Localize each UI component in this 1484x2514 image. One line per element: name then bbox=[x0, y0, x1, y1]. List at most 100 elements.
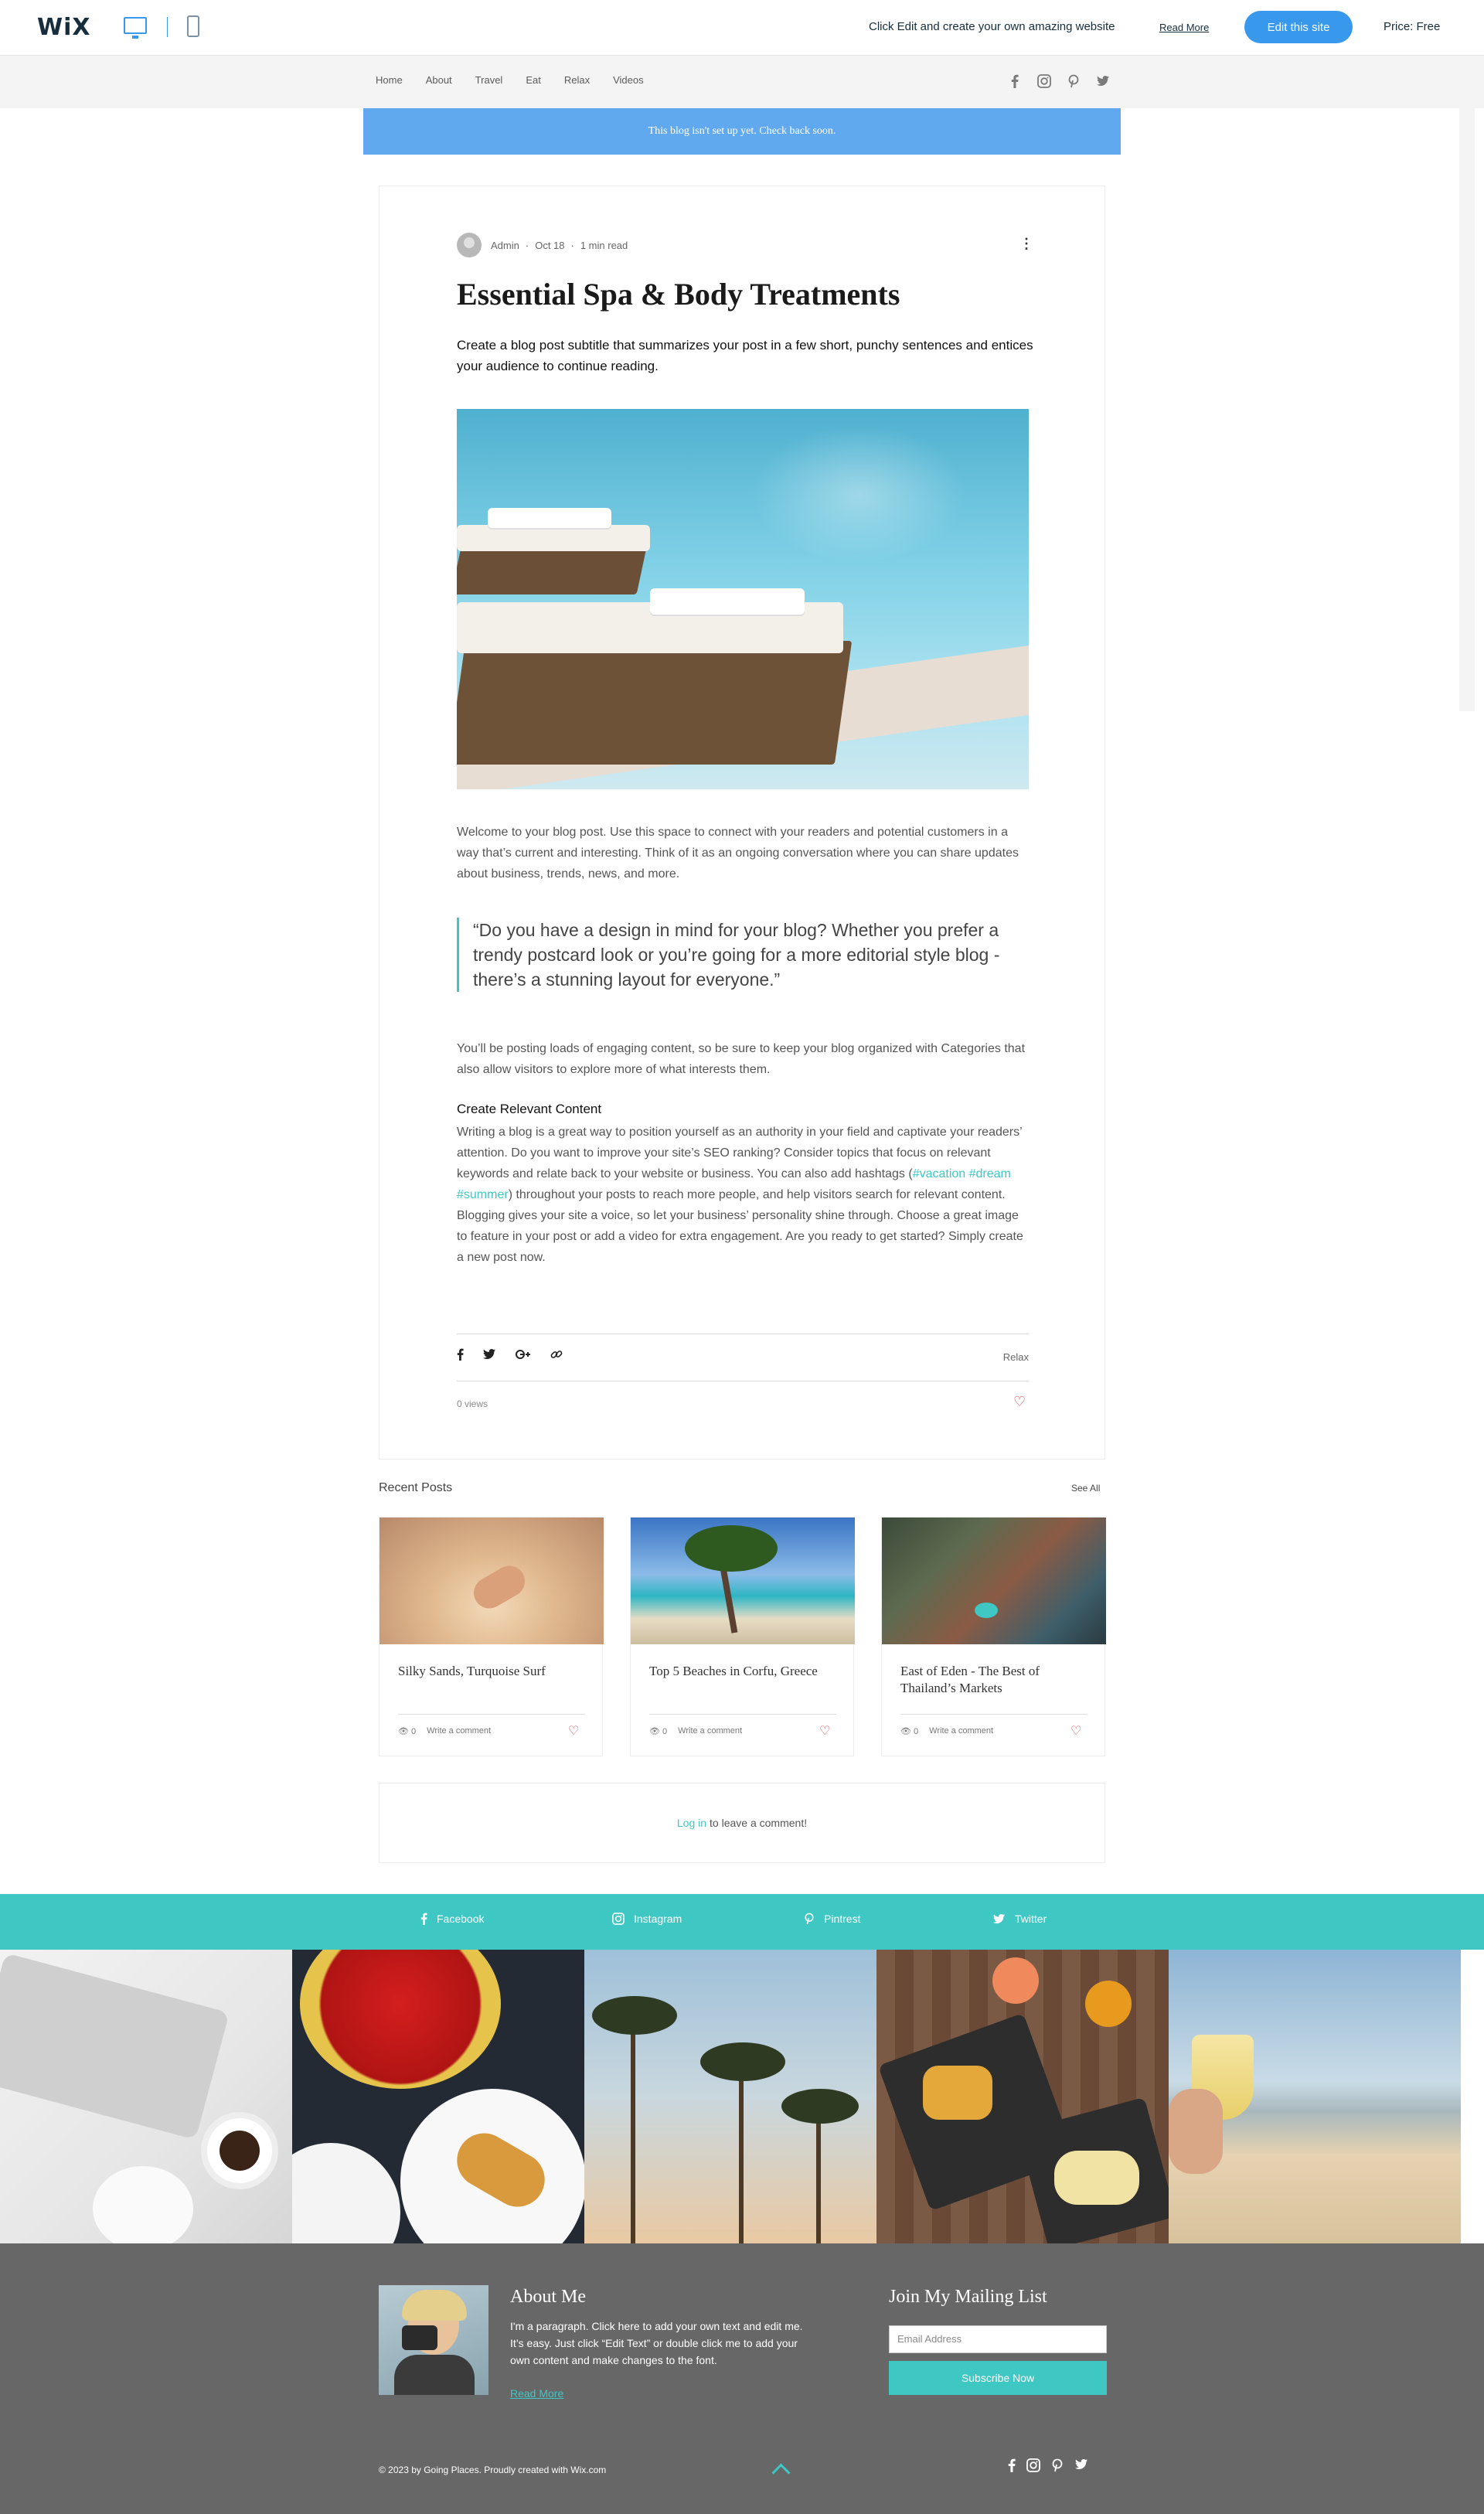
strip-pintrest-label: Pintrest bbox=[824, 1913, 861, 1925]
facebook-icon[interactable] bbox=[1006, 73, 1023, 90]
comment-login-box: Log in to leave a comment! bbox=[379, 1783, 1105, 1863]
menu-item-about[interactable]: About bbox=[426, 74, 452, 86]
recent-post-title[interactable]: Top 5 Beaches in Corfu, Greece bbox=[649, 1663, 842, 1680]
recent-post-image[interactable] bbox=[631, 1518, 855, 1644]
gallery-image-laptop-coffee[interactable] bbox=[0, 1950, 292, 2243]
wix-logo[interactable]: WiX bbox=[37, 14, 91, 41]
divider bbox=[398, 1714, 585, 1715]
strip-facebook-link[interactable]: Facebook bbox=[420, 1913, 484, 1925]
desktop-view-icon[interactable] bbox=[124, 17, 147, 39]
mobile-view-icon[interactable] bbox=[187, 15, 199, 37]
share-bar: Relax bbox=[457, 1334, 1029, 1381]
see-all-link[interactable]: See All bbox=[1071, 1483, 1100, 1494]
twitter-icon[interactable] bbox=[1074, 2458, 1088, 2476]
share-icons bbox=[457, 1348, 563, 1364]
drink-glass bbox=[992, 1957, 1039, 2004]
gallery-image-cocktail-beach[interactable] bbox=[1169, 1950, 1461, 2243]
recent-post-title[interactable]: East of Eden - The Best of Thailand’s Ma… bbox=[900, 1663, 1094, 1697]
page-scrollbar-track[interactable] bbox=[1459, 108, 1475, 711]
paragraph-text: Blogging gives your site a voice, so let… bbox=[457, 1209, 1023, 1264]
recent-post-image[interactable] bbox=[882, 1518, 1106, 1644]
wix-read-more-link[interactable]: Read More bbox=[1159, 22, 1209, 33]
wix-top-bar: WiX Click Edit and create your own amazi… bbox=[0, 0, 1484, 56]
palm-1-crown bbox=[592, 1996, 677, 2035]
author-name[interactable]: Admin bbox=[491, 240, 519, 251]
post-title: Essential Spa & Body Treatments bbox=[457, 277, 900, 312]
header-social-bar bbox=[1006, 73, 1111, 90]
write-comment-link[interactable]: Write a comment bbox=[427, 1726, 491, 1736]
subscribe-button[interactable]: Subscribe Now bbox=[889, 2361, 1107, 2395]
pool-reflection bbox=[751, 424, 967, 564]
pinterest-icon bbox=[805, 1913, 814, 1925]
post-category-link[interactable]: Relax bbox=[1003, 1351, 1029, 1363]
lounger-front bbox=[457, 641, 853, 765]
facebook-icon bbox=[420, 1913, 427, 1925]
like-heart-icon[interactable]: ♡ bbox=[1070, 1723, 1081, 1739]
back-to-top-icon[interactable] bbox=[770, 2461, 793, 2477]
facebook-icon[interactable] bbox=[1008, 2458, 1016, 2476]
recent-post-card[interactable]: East of Eden - The Best of Thailand’s Ma… bbox=[881, 1517, 1106, 1756]
gallery-image-strawberries[interactable] bbox=[292, 1950, 584, 2243]
copyright: © 2023 by Going Places. Proudly created … bbox=[379, 2465, 607, 2475]
about-read-more-link[interactable]: Read More bbox=[510, 2387, 563, 2400]
menu-item-relax[interactable]: Relax bbox=[564, 74, 590, 86]
recent-post-image[interactable] bbox=[380, 1518, 604, 1644]
towel-front bbox=[650, 588, 805, 615]
recent-post-card[interactable]: Silky Sands, Turquoise Surf 👁 0 Write a … bbox=[379, 1517, 604, 1756]
login-link[interactable]: Log in bbox=[677, 1817, 706, 1829]
palm-2-crown bbox=[700, 2042, 785, 2081]
recent-post-card[interactable]: Top 5 Beaches in Corfu, Greece 👁 0 Write… bbox=[630, 1517, 855, 1756]
about-text: I'm a paragraph. Click here to add your … bbox=[510, 2320, 803, 2366]
like-heart-icon[interactable]: ♡ bbox=[819, 1723, 830, 1739]
meta-separator: · bbox=[525, 239, 529, 251]
camera bbox=[402, 2325, 437, 2350]
gallery-image-palm-trees[interactable] bbox=[584, 1950, 876, 2243]
views-count: 0 bbox=[411, 1727, 417, 1736]
wix-promo-message: Click Edit and create your own amazing w… bbox=[869, 20, 1115, 33]
menu-item-home[interactable]: Home bbox=[376, 74, 403, 86]
author-avatar[interactable] bbox=[457, 233, 482, 257]
menu-item-videos[interactable]: Videos bbox=[613, 74, 644, 86]
more-options-icon[interactable]: ⋮ bbox=[1019, 236, 1033, 252]
gallery-image-tapas[interactable] bbox=[876, 1950, 1169, 2243]
facebook-icon[interactable] bbox=[457, 1348, 464, 1364]
strip-twitter-link[interactable]: Twitter bbox=[992, 1913, 1047, 1925]
google-plus-icon[interactable] bbox=[515, 1348, 532, 1364]
post-meta: Admin · Oct 18 · 1 min read bbox=[457, 233, 628, 257]
write-comment-link[interactable]: Write a comment bbox=[929, 1726, 993, 1736]
menu-item-eat[interactable]: Eat bbox=[526, 74, 541, 86]
main-menu: Home About Travel Eat Relax Videos bbox=[376, 74, 667, 86]
cushion-back bbox=[457, 525, 650, 551]
instagram-gallery bbox=[0, 1950, 1484, 2243]
person-body bbox=[394, 2355, 475, 2395]
strip-pintrest-link[interactable]: Pintrest bbox=[804, 1913, 860, 1925]
views-count: 0 bbox=[914, 1727, 919, 1736]
pinterest-icon[interactable] bbox=[1065, 73, 1082, 90]
twitter-icon[interactable] bbox=[1094, 73, 1111, 90]
recent-posts-title: Recent Posts bbox=[379, 1481, 453, 1494]
post-quote: “Do you have a design in mind for your b… bbox=[457, 918, 1013, 992]
strawberry-bowl bbox=[300, 1950, 501, 2089]
link-icon[interactable] bbox=[550, 1348, 563, 1364]
twitter-icon bbox=[993, 1913, 1005, 1923]
post-paragraph: Writing a blog is a great way to positio… bbox=[457, 1122, 1029, 1268]
meta-separator: · bbox=[570, 239, 574, 251]
divider bbox=[649, 1714, 836, 1715]
like-heart-icon[interactable]: ♡ bbox=[568, 1723, 579, 1739]
recent-post-title[interactable]: Silky Sands, Turquoise Surf bbox=[398, 1663, 591, 1680]
post-paragraph: Welcome to your blog post. Use this spac… bbox=[457, 826, 1019, 881]
croissant-plate bbox=[292, 2143, 400, 2243]
edit-site-button[interactable]: Edit this site bbox=[1244, 11, 1353, 43]
social-strip: Facebook Instagram Pintrest Twitter bbox=[0, 1894, 1484, 1950]
pinterest-icon[interactable] bbox=[1051, 2458, 1064, 2476]
instagram-icon[interactable] bbox=[1036, 73, 1053, 90]
strip-instagram-link[interactable]: Instagram bbox=[612, 1913, 682, 1925]
eggs bbox=[1054, 2151, 1139, 2205]
write-comment-link[interactable]: Write a comment bbox=[678, 1726, 742, 1736]
like-heart-icon[interactable]: ♡ bbox=[1013, 1394, 1026, 1410]
twitter-icon[interactable] bbox=[482, 1348, 496, 1364]
menu-item-travel[interactable]: Travel bbox=[475, 74, 503, 86]
email-field[interactable]: Email Address bbox=[889, 2325, 1107, 2353]
sauce-bowl bbox=[1085, 1981, 1132, 2027]
instagram-icon[interactable] bbox=[1026, 2458, 1040, 2476]
